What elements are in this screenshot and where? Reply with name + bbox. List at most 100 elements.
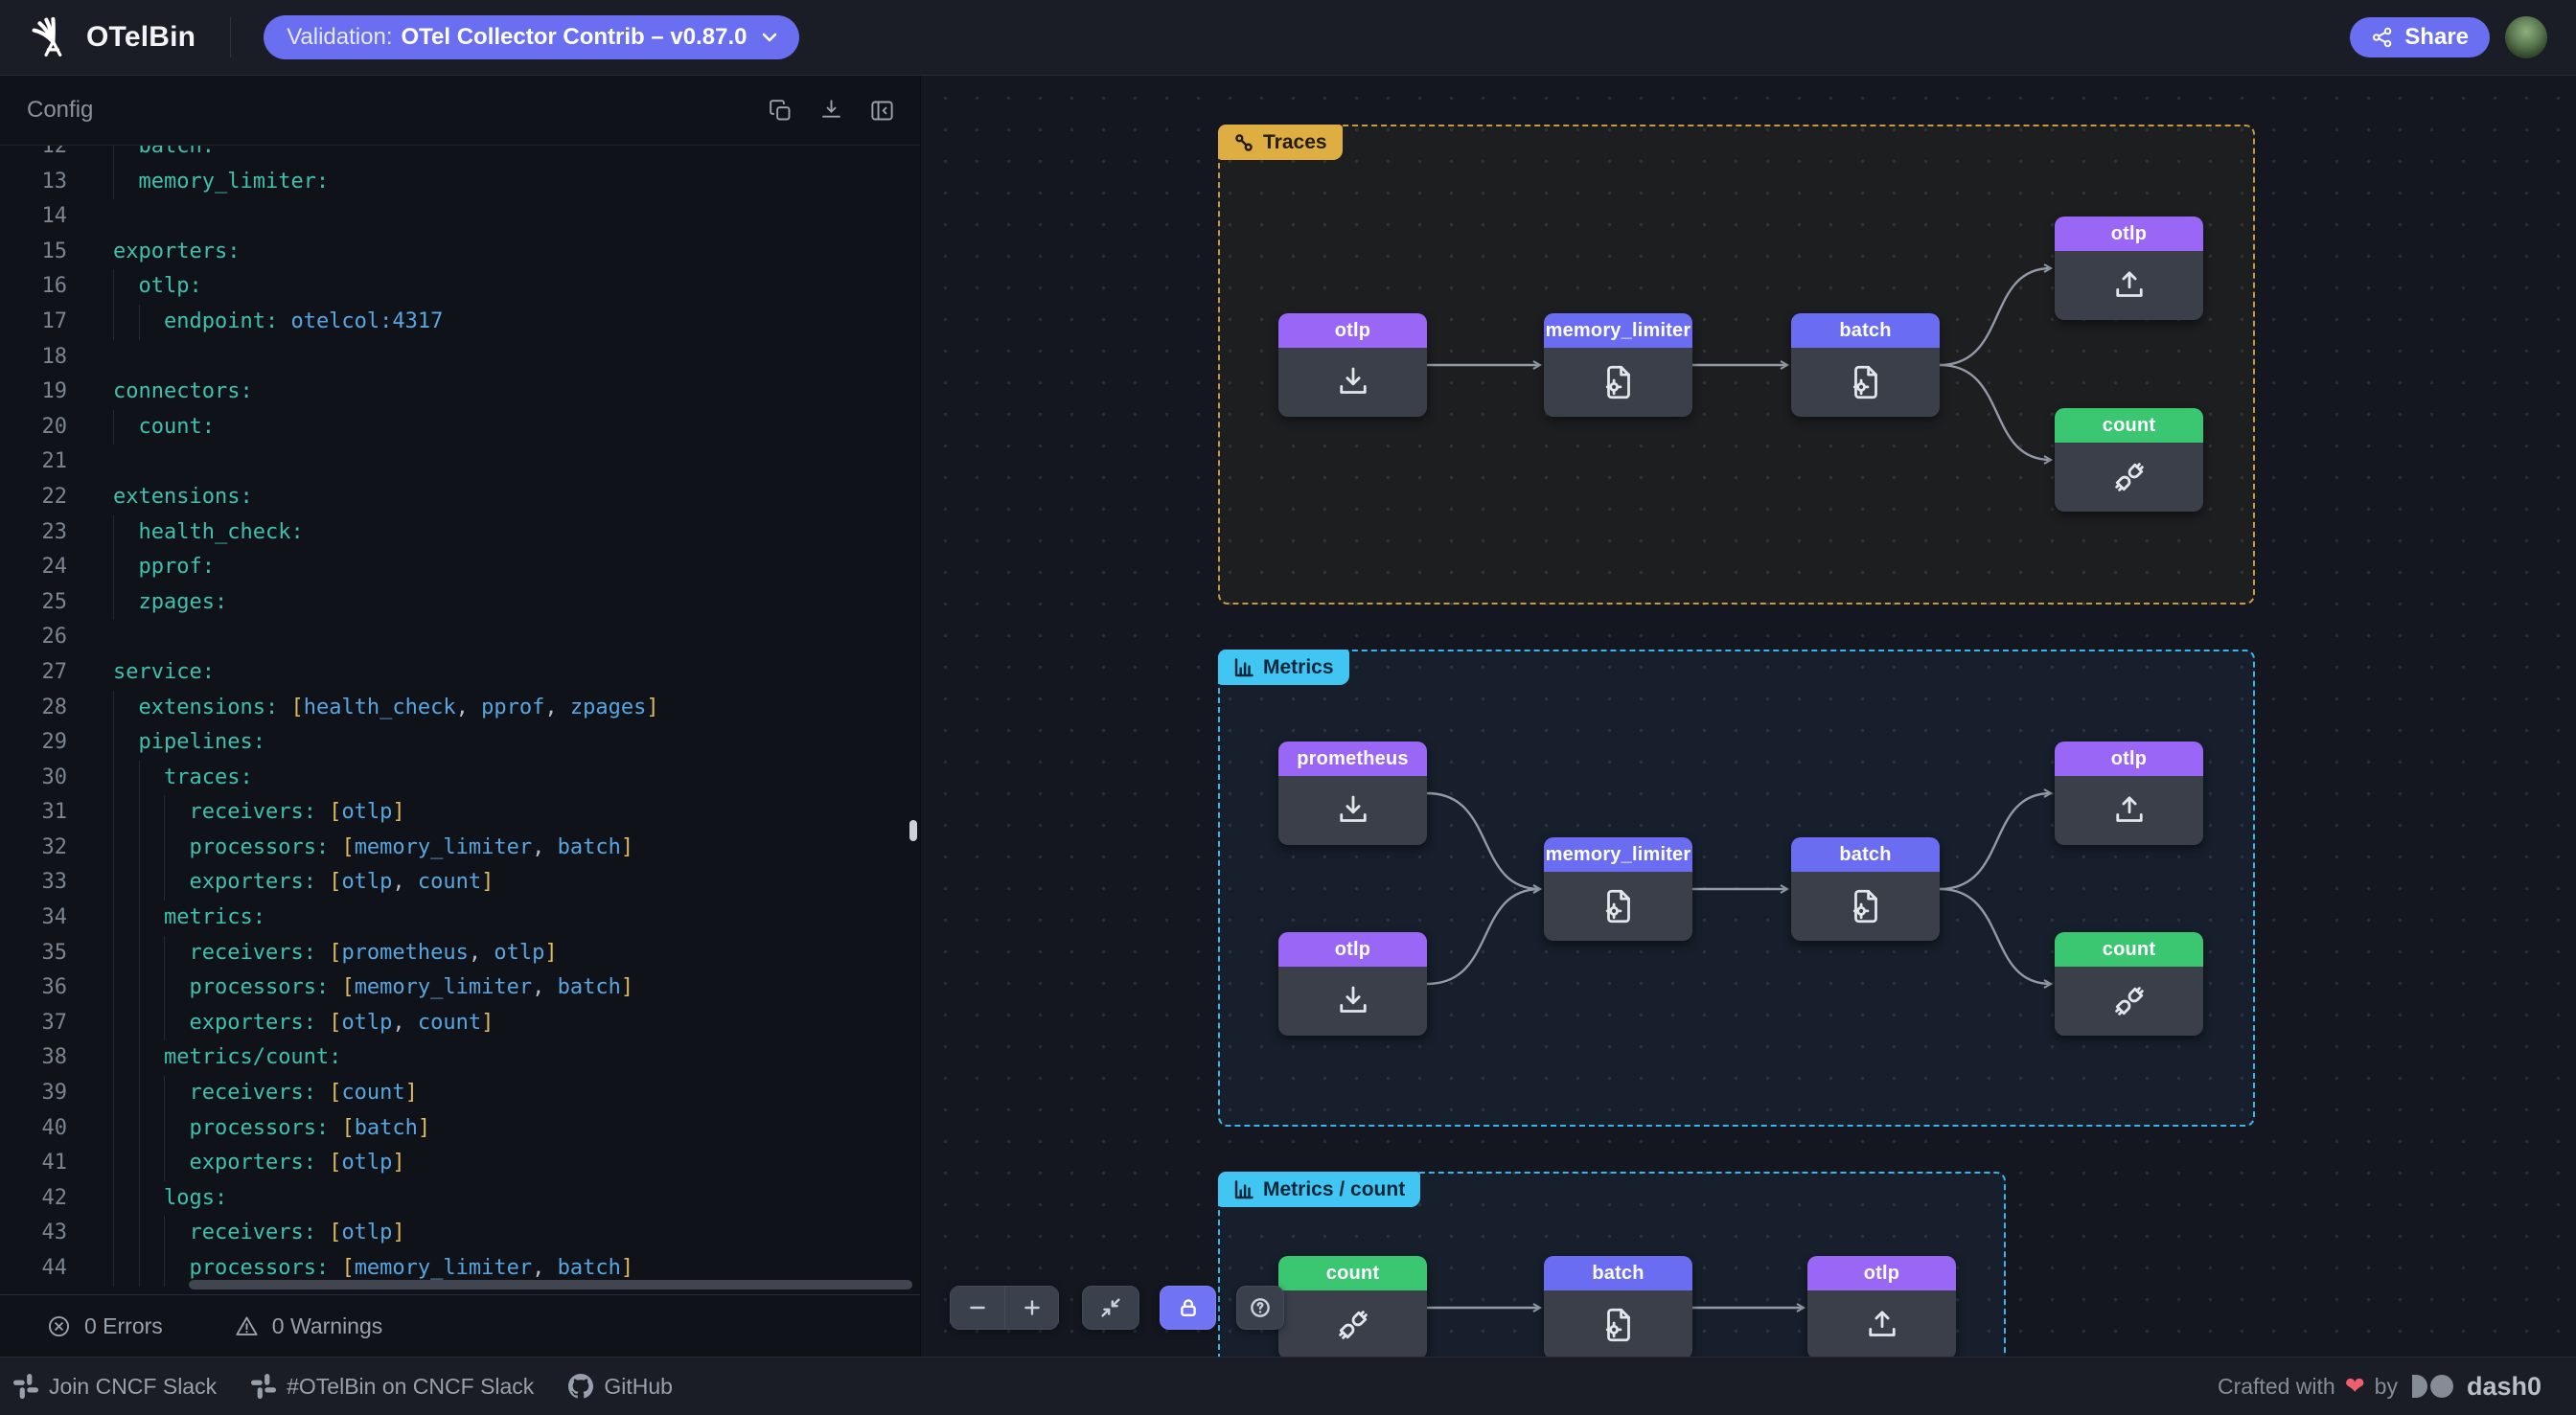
node-exporter-otlp[interactable]: otlp (2055, 742, 2203, 845)
code-line: 38 metrics/count: (0, 1040, 920, 1076)
download-icon (1278, 348, 1427, 417)
node-label: otlp (1807, 1256, 1956, 1290)
node-label: prometheus (1278, 742, 1427, 776)
code-line: 43 receivers: [otlp] (0, 1216, 920, 1251)
node-connector-count[interactable]: count (2055, 408, 2203, 512)
node-label: batch (1791, 313, 1940, 348)
code-lines: 12 batch:13 memory_limiter:1415exporters… (0, 146, 920, 1287)
join-cncf-slack-link[interactable]: Join CNCF Slack (13, 1374, 217, 1400)
code-line: 39 receivers: [count] (0, 1076, 920, 1111)
code-line: 36 processors: [memory_limiter, batch] (0, 970, 920, 1006)
node-label: count (2055, 932, 2203, 967)
warnings-status: 0 Warnings (234, 1313, 382, 1339)
collapse-panel-button[interactable] (869, 98, 895, 124)
validation-dropdown[interactable]: Validation: OTel Collector Contrib – v0.… (264, 15, 799, 59)
fit-view-button[interactable] (1082, 1286, 1139, 1330)
code-line: 23 health_check: (0, 515, 920, 551)
otelbin-slack-link[interactable]: #OTelBin on CNCF Slack (251, 1374, 534, 1400)
canvas-toolbar (950, 1286, 1284, 1330)
node-processor-batch[interactable]: batch (1791, 313, 1940, 417)
plug-icon (2055, 443, 2203, 512)
code-line: 28 extensions: [health_check, pprof, zpa… (0, 691, 920, 726)
group-badge-traces: Traces (1218, 125, 1343, 160)
share-button[interactable]: Share (2350, 17, 2490, 57)
copy-config-button[interactable] (768, 98, 794, 124)
github-link[interactable]: GitHub (568, 1374, 673, 1400)
code-line: 21 (0, 445, 920, 480)
code-line: 32 processors: [memory_limiter, batch] (0, 831, 920, 866)
node-exporter-otlp[interactable]: otlp (2055, 217, 2203, 320)
help-icon (1249, 1296, 1272, 1319)
topbar: OTelBin Validation: OTel Collector Contr… (0, 0, 2576, 76)
validation-label: Validation: (287, 24, 392, 51)
node-processor-memory_limiter[interactable]: memory_limiter (1544, 837, 1692, 941)
upload-icon (2055, 776, 2203, 845)
github-icon (568, 1374, 593, 1399)
file-gear-icon (1544, 872, 1692, 941)
dash0-logo-icon (2407, 1373, 2457, 1400)
download-icon (1278, 776, 1427, 845)
code-line: 41 exporters: [otlp] (0, 1146, 920, 1181)
group-label: Traces (1263, 131, 1327, 154)
code-line: 14 (0, 199, 920, 235)
node-connector-count[interactable]: count (1278, 1256, 1427, 1357)
code-line: 20 count: (0, 410, 920, 445)
validation-value: OTel Collector Contrib – v0.87.0 (401, 24, 747, 51)
plug-icon (1278, 1290, 1427, 1357)
lock-button[interactable] (1160, 1286, 1216, 1330)
group-badge-metrics: Metrics (1218, 650, 1349, 685)
bar-chart-icon (1233, 657, 1254, 678)
node-processor-batch[interactable]: batch (1791, 837, 1940, 941)
code-line: 27service: (0, 655, 920, 691)
help-button[interactable] (1236, 1286, 1284, 1330)
editor-header: Config (0, 76, 920, 146)
node-processor-batch[interactable]: batch (1544, 1256, 1692, 1357)
node-label: otlp (1278, 313, 1427, 348)
pipeline-group-metrics[interactable]: Metrics (1218, 650, 2255, 1127)
node-label: memory_limiter (1544, 837, 1692, 872)
node-connector-count[interactable]: count (2055, 932, 2203, 1036)
node-label: otlp (1278, 932, 1427, 967)
file-gear-icon (1544, 1290, 1692, 1357)
otelbin-logo-icon (29, 16, 69, 58)
node-label: batch (1544, 1256, 1692, 1290)
minus-icon (966, 1296, 989, 1319)
trace-link-icon (1233, 132, 1254, 153)
node-label: count (1278, 1256, 1427, 1290)
editor-horizontal-scrollbar[interactable] (189, 1280, 912, 1289)
code-editor[interactable]: 12 batch:13 memory_limiter:1415exporters… (0, 146, 920, 1294)
footer: Join CNCF Slack #OTelBin on CNCF Slack G… (0, 1357, 2576, 1415)
bar-chart-icon (1233, 1179, 1254, 1200)
node-receiver-otlp[interactable]: otlp (1278, 932, 1427, 1036)
code-line: 15exporters: (0, 235, 920, 270)
share-icon (2371, 26, 2394, 49)
warning-icon (234, 1313, 260, 1339)
editor-vertical-scrollbar[interactable] (909, 820, 917, 841)
config-editor-panel: Config 12 batch:13 memo (0, 76, 921, 1357)
slack-icon (13, 1374, 38, 1399)
download-icon (1278, 967, 1427, 1036)
zoom-out-button[interactable] (950, 1286, 1004, 1330)
node-exporter-otlp[interactable]: otlp (1807, 1256, 1956, 1357)
avatar[interactable] (2505, 16, 2547, 58)
flow-canvas[interactable]: TracesMetricsMetrics / countotlpmemory_l… (921, 76, 2576, 1357)
topbar-divider (230, 17, 231, 57)
code-line: 40 processors: [batch] (0, 1111, 920, 1147)
node-receiver-otlp[interactable]: otlp (1278, 313, 1427, 417)
fit-view-icon (1099, 1296, 1122, 1319)
code-line: 35 receivers: [prometheus, otlp] (0, 936, 920, 971)
code-line: 17 endpoint: otelcol:4317 (0, 305, 920, 340)
node-receiver-prometheus[interactable]: prometheus (1278, 742, 1427, 845)
zoom-in-button[interactable] (1004, 1286, 1059, 1330)
upload-icon (1807, 1290, 1956, 1357)
dash0-wordmark: dash0 (2467, 1372, 2542, 1402)
code-line: 12 batch: (0, 146, 920, 165)
download-config-button[interactable] (818, 98, 844, 124)
upload-icon (2055, 251, 2203, 320)
app-name: OTelBin (86, 21, 196, 54)
lock-icon (1177, 1296, 1200, 1319)
node-label: count (2055, 408, 2203, 443)
error-icon (46, 1313, 72, 1339)
node-processor-memory_limiter[interactable]: memory_limiter (1544, 313, 1692, 417)
node-label: otlp (2055, 217, 2203, 251)
